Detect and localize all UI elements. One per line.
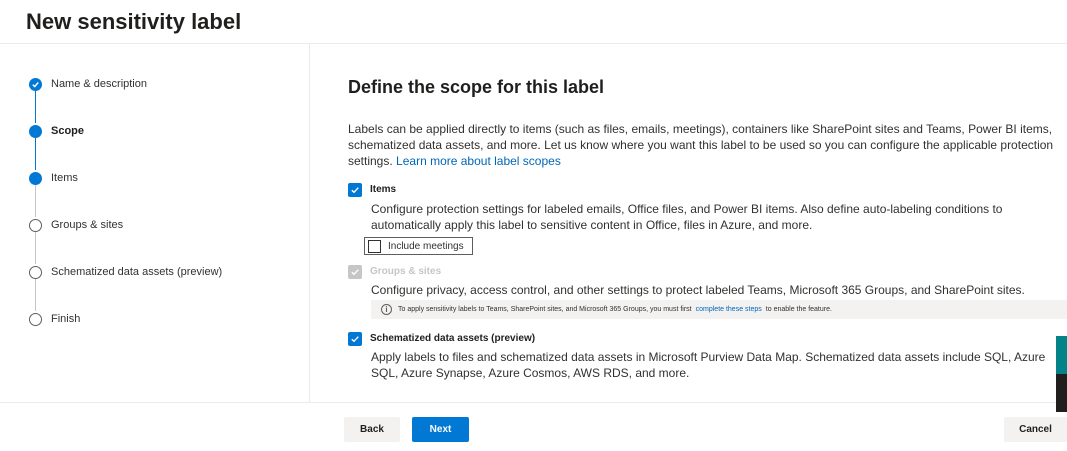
include-meetings-option[interactable]: Include meetings bbox=[364, 237, 473, 255]
step-connector bbox=[35, 279, 36, 311]
footer-divider bbox=[0, 402, 1067, 403]
step-dot-icon bbox=[29, 171, 42, 185]
checkmark-icon bbox=[351, 269, 359, 276]
side-panel-tab[interactable] bbox=[1056, 336, 1067, 374]
items-checkbox[interactable] bbox=[348, 183, 362, 197]
side-panel-tab[interactable] bbox=[1056, 374, 1067, 412]
items-label: Items bbox=[370, 184, 397, 195]
step-items[interactable]: Items bbox=[29, 171, 78, 185]
schematized-label: Schematized data assets (preview) bbox=[370, 333, 536, 344]
checkmark-icon bbox=[351, 336, 359, 343]
current-step-dot-icon bbox=[29, 124, 42, 138]
step-groups-sites[interactable]: Groups & sites bbox=[29, 218, 123, 232]
cancel-button[interactable]: Cancel bbox=[1004, 417, 1067, 442]
info-suffix: to enable the feature. bbox=[765, 306, 832, 313]
checkmark-icon bbox=[351, 187, 359, 194]
step-connector bbox=[35, 91, 36, 123]
step-scope[interactable]: Scope bbox=[29, 124, 84, 138]
complete-steps-link[interactable]: complete these steps bbox=[696, 306, 762, 313]
wizard-divider bbox=[309, 44, 310, 402]
step-connector bbox=[35, 185, 36, 217]
schematized-checkbox[interactable] bbox=[348, 332, 362, 346]
step-connector bbox=[35, 138, 36, 170]
step-name-description[interactable]: Name & description bbox=[29, 77, 147, 91]
step-circle-icon bbox=[29, 265, 42, 279]
schematized-description: Apply labels to files and schematized da… bbox=[371, 350, 1046, 380]
step-circle-icon bbox=[29, 218, 42, 232]
learn-more-link[interactable]: Learn more about label scopes bbox=[396, 154, 561, 168]
step-label: Scope bbox=[51, 125, 85, 137]
step-label: Name & description bbox=[51, 78, 147, 90]
step-finish[interactable]: Finish bbox=[29, 312, 80, 326]
section-title: Define the scope for this label bbox=[348, 77, 605, 97]
step-connector bbox=[35, 232, 36, 264]
step-label: Items bbox=[51, 172, 78, 184]
step-circle-icon bbox=[29, 312, 42, 326]
groups-sites-checkbox bbox=[348, 265, 362, 279]
info-icon: i bbox=[381, 304, 392, 315]
back-button[interactable]: Back bbox=[344, 417, 400, 442]
intro-paragraph: Labels can be applied directly to items … bbox=[348, 121, 1067, 169]
include-meetings-label: Include meetings bbox=[388, 240, 464, 252]
info-message-bar: i To apply sensitivity labels to Teams, … bbox=[371, 300, 1067, 319]
step-label: Finish bbox=[51, 313, 81, 325]
groups-sites-description: Configure privacy, access control, and o… bbox=[371, 283, 1025, 297]
header-divider bbox=[0, 43, 1067, 44]
include-meetings-checkbox[interactable] bbox=[368, 239, 381, 253]
step-label: Schematized data assets (preview) bbox=[51, 266, 223, 278]
info-text: To apply sensitivity labels to Teams, Sh… bbox=[398, 306, 692, 313]
step-schematized[interactable]: Schematized data assets (preview) bbox=[29, 265, 222, 279]
checkmark-icon bbox=[29, 77, 42, 91]
page-title: New sensitivity label bbox=[26, 9, 242, 34]
items-description: Configure protection settings for labele… bbox=[371, 202, 1003, 232]
step-label: Groups & sites bbox=[51, 219, 124, 231]
next-button[interactable]: Next bbox=[412, 417, 469, 442]
groups-sites-label: Groups & sites bbox=[370, 266, 442, 277]
